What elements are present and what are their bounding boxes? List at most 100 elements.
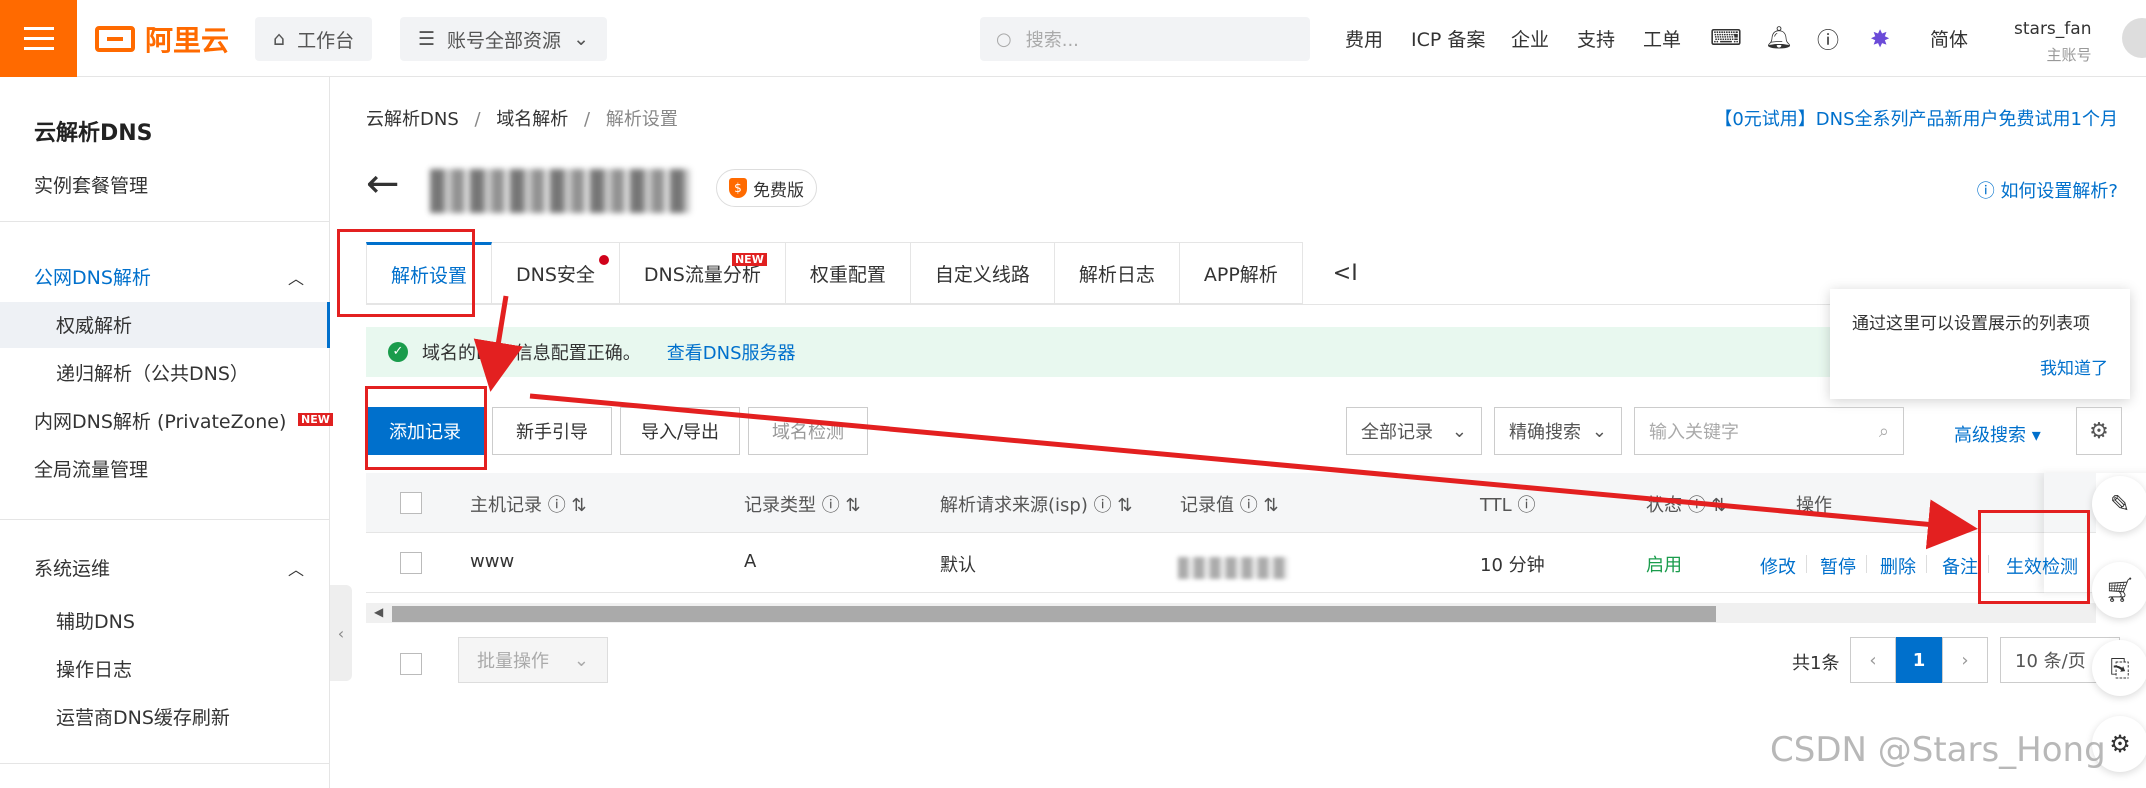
scroll-left-icon[interactable]: ◀ <box>374 605 383 619</box>
aliyun-logo[interactable]: 阿里云 <box>95 20 271 57</box>
sidebar: 云解析DNS 实例套餐管理 公网DNS解析 ︿ 权威解析 递归解析（公共DNS）… <box>0 77 333 788</box>
beginner-guide-button[interactable]: 新手引导 <box>492 407 612 455</box>
tab-dns-traffic[interactable]: DNS流量分析 NEW <box>619 242 786 304</box>
tab-label: 自定义线路 <box>934 263 1030 286</box>
view-dns-server-link[interactable]: 查看DNS服务器 <box>667 339 796 365</box>
chevron-up-icon[interactable]: ︿ <box>288 556 304 580</box>
resources-dropdown[interactable]: ☰ 账号全部资源 ⌄ <box>400 17 607 61</box>
language-switch[interactable]: 简体 <box>1930 0 1968 77</box>
col-type[interactable]: 记录类型 ⓘ ⇅ <box>744 491 861 517</box>
workbench-button[interactable]: ⌂ 工作台 <box>255 17 373 61</box>
sort-icon[interactable]: ⇅ <box>1117 495 1132 516</box>
import-export-button[interactable]: 导入/导出 <box>620 407 740 455</box>
col-host[interactable]: 主机记录 ⓘ ⇅ <box>470 491 587 517</box>
nav-support[interactable]: 支持 <box>1577 0 1615 77</box>
tab-dns-security[interactable]: DNS安全 <box>492 242 620 304</box>
menu-icon[interactable] <box>0 0 77 77</box>
api-doc-icon[interactable]: ⎘ <box>2092 640 2146 696</box>
assistant-icon[interactable]: ✸ <box>1870 0 1890 77</box>
next-page-button[interactable]: › <box>1942 637 1988 683</box>
record-value-blurred <box>1178 557 1288 579</box>
sort-icon[interactable]: ⇅ <box>571 495 586 516</box>
new-badge: NEW <box>298 413 333 426</box>
cart-icon[interactable]: 🛒︎ <box>2092 562 2146 618</box>
horizontal-scrollbar[interactable]: ◀ <box>366 603 2096 623</box>
sort-icon[interactable]: ⇅ <box>1263 495 1278 516</box>
divider <box>0 519 330 520</box>
row-checkbox[interactable] <box>400 552 422 574</box>
sidebar-item-instance[interactable]: 实例套餐管理 <box>34 171 148 198</box>
sidebar-item-recursive[interactable]: 递归解析（公共DNS） <box>56 359 249 386</box>
annotation-box-add <box>365 386 487 470</box>
col-type-label: 记录类型 <box>744 495 816 516</box>
cell-host: www <box>470 551 515 572</box>
keyword-input[interactable]: 输入关键字 ⌕ <box>1634 407 1904 455</box>
breadcrumb-dns[interactable]: 云解析DNS <box>366 109 459 130</box>
tab-resolve-log[interactable]: 解析日志 <box>1054 242 1180 304</box>
column-settings-gear-icon[interactable]: ⚙ <box>2076 407 2122 455</box>
select-all-checkbox[interactable] <box>400 492 422 514</box>
breadcrumb-domain[interactable]: 域名解析 <box>496 109 568 130</box>
bell-icon[interactable]: 🔔︎ <box>1765 0 1793 77</box>
chevron-up-icon[interactable]: ︿ <box>288 265 304 289</box>
edit-pen-icon[interactable]: ✎ <box>2092 476 2146 532</box>
domain-name-blurred <box>430 169 690 213</box>
sidebar-item-private-zone[interactable]: 内网DNS解析 (PrivateZone) <box>34 407 286 434</box>
tab-app-resolve[interactable]: APP解析 <box>1179 242 1303 304</box>
search-box[interactable]: ○ 搜索... <box>980 17 1310 61</box>
pause-link[interactable]: 暂停 <box>1820 553 1856 579</box>
help-icon: ⓘ <box>821 495 840 516</box>
got-it-button[interactable]: 我知道了 <box>2040 354 2108 379</box>
terminal-icon[interactable]: ⌨ <box>1710 0 1742 77</box>
domain-check-button[interactable]: 域名检测 <box>748 407 868 455</box>
search-icon[interactable]: ⌕ <box>1879 421 1889 442</box>
tab-collapse-icon[interactable]: <I <box>1303 242 1388 304</box>
avatar[interactable] <box>2122 18 2146 58</box>
new-badge: NEW <box>731 253 767 266</box>
page-1-button[interactable]: 1 <box>1896 637 1942 683</box>
cell-ttl: 10 分钟 <box>1480 555 1545 576</box>
sidebar-group-ops[interactable]: 系统运维 <box>34 554 110 581</box>
col-isp[interactable]: 解析请求来源(isp) ⓘ ⇅ <box>940 491 1132 517</box>
sidebar-item-oplog[interactable]: 操作日志 <box>56 655 132 682</box>
promo-link[interactable]: 【0元试用】DNS全系列产品新用户免费试用1个月 <box>1714 105 2118 131</box>
sidebar-item-cache-refresh[interactable]: 运营商DNS缓存刷新 <box>56 703 230 730</box>
free-edition-badge[interactable]: $ 免费版 <box>716 169 817 207</box>
prev-page-button[interactable]: ‹ <box>1850 637 1896 683</box>
sort-icon[interactable]: ⇅ <box>1711 495 1726 516</box>
search-input[interactable]: 搜索... <box>1026 26 1079 52</box>
how-to-link[interactable]: ⓘ 如何设置解析? <box>1977 177 2118 203</box>
edit-link[interactable]: 修改 <box>1760 553 1796 579</box>
nav-fee[interactable]: 费用 <box>1345 0 1383 77</box>
tab-weight[interactable]: 权重配置 <box>785 242 911 304</box>
advanced-search-button[interactable]: 高级搜索 ▾ <box>1954 421 2041 447</box>
col-value-label: 记录值 <box>1180 495 1234 516</box>
back-arrow-icon[interactable]: ← <box>366 161 400 207</box>
search-mode-select[interactable]: 精确搜索 ⌄ <box>1494 407 1622 455</box>
help-icon: ⓘ <box>1239 495 1258 516</box>
sidebar-item-global-traffic[interactable]: 全局流量管理 <box>34 455 148 482</box>
top-bar: 阿里云 ⌂ 工作台 ☰ 账号全部资源 ⌄ ○ 搜索... 费用 ICP 备案 企… <box>0 0 2146 77</box>
col-status[interactable]: 状态 ⓘ ⇅ <box>1646 491 1727 517</box>
user-info[interactable]: stars_fan 主账号 <box>2014 16 2091 68</box>
help-icon[interactable]: ⓘ <box>1817 0 1839 77</box>
col-value[interactable]: 记录值 ⓘ ⇅ <box>1180 491 1279 517</box>
nav-enterprise[interactable]: 企业 <box>1511 0 1549 77</box>
sort-icon[interactable]: ⇅ <box>845 495 860 516</box>
divider <box>1926 555 1927 573</box>
sidebar-item-aux-dns[interactable]: 辅助DNS <box>56 607 135 634</box>
footer-checkbox[interactable] <box>400 653 422 675</box>
sidebar-group-public-dns[interactable]: 公网DNS解析 <box>34 263 151 290</box>
sidebar-item-authoritative[interactable]: 权威解析 <box>56 311 132 338</box>
tab-label: 权重配置 <box>809 263 886 286</box>
record-filter-select[interactable]: 全部记录 ⌄ <box>1346 407 1482 455</box>
scrollbar-thumb[interactable] <box>392 606 1716 622</box>
cell-isp: 默认 <box>940 555 976 576</box>
batch-ops-select[interactable]: 批量操作 ⌄ <box>458 637 608 683</box>
remark-link[interactable]: 备注 <box>1942 553 1978 579</box>
nav-ticket[interactable]: 工单 <box>1643 0 1681 77</box>
help-icon: ⓘ <box>1517 495 1536 516</box>
delete-link[interactable]: 删除 <box>1880 553 1916 579</box>
tab-custom-line[interactable]: 自定义线路 <box>910 242 1055 304</box>
nav-icp[interactable]: ICP 备案 <box>1411 0 1485 77</box>
